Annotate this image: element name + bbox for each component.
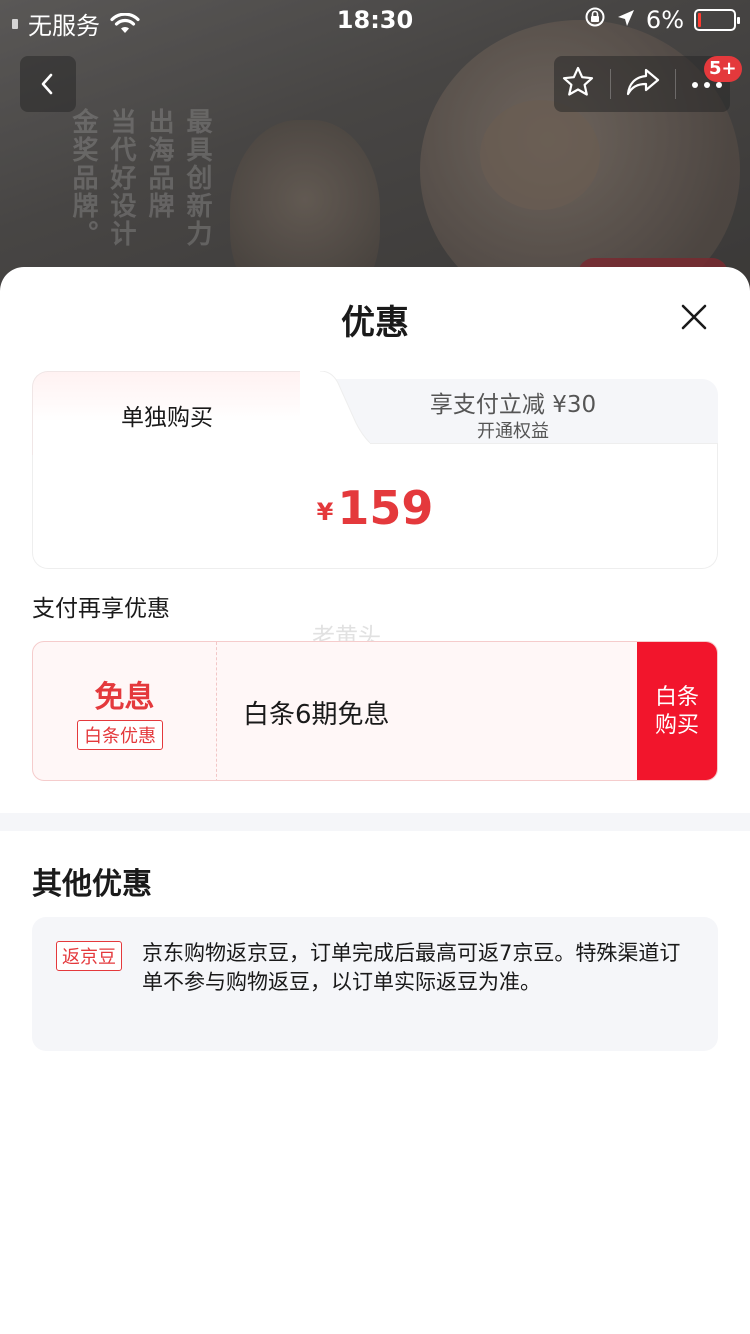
battery-percent: 6% (645, 6, 684, 34)
tab-single-buy[interactable]: 单独购买 (32, 371, 332, 455)
location-icon (616, 6, 636, 34)
jingdou-tag: 返京豆 (56, 941, 122, 971)
tab-single-buy-label: 单独购买 (121, 405, 213, 431)
favorite-button[interactable] (561, 65, 595, 103)
installment-tag: 白条优惠 (77, 720, 163, 750)
installment-description: 白条6期免息 (243, 700, 390, 730)
purchase-tabs: 享支付立减 ¥30 开通权益 ¥159 单独购买 (32, 371, 718, 569)
status-bar: 无服务 18:30 6% (0, 0, 750, 40)
other-discounts-title: 其他优惠 (32, 867, 152, 902)
back-button[interactable] (20, 56, 76, 112)
installment-headline: 免息 (94, 680, 155, 715)
star-icon (563, 66, 594, 96)
chevron-left-icon (41, 73, 53, 95)
orientation-lock-icon (584, 6, 606, 34)
baitiao-buy-button[interactable]: 白条购买 (637, 642, 717, 780)
price-value: 159 (337, 481, 434, 535)
section-divider (0, 813, 750, 831)
share-button[interactable] (625, 66, 661, 102)
sheet-title: 优惠 (341, 303, 409, 343)
price-panel: ¥159 (32, 443, 718, 569)
share-icon (626, 68, 660, 96)
close-icon (681, 304, 707, 330)
jingdou-description: 京东购物返京豆，订单完成后最高可返7京豆。特殊渠道订单不参与购物返豆，以订单实际… (142, 941, 681, 994)
tab-slant (300, 371, 370, 455)
discount-sheet: 优惠 享支付立减 ¥30 开通权益 ¥159 单独购买 支付再享优惠 老黄头 免… (0, 267, 750, 1334)
installment-offer: 免息 白条优惠 白条6期免息 白条购买 (32, 641, 718, 781)
cart-badge: 5+ (704, 56, 742, 82)
pay-discount-title: 支付再享优惠 (32, 596, 170, 622)
close-button[interactable] (674, 297, 714, 337)
price: ¥159 (33, 481, 717, 535)
jingdou-offer: 返京豆 京东购物返京豆，订单完成后最高可返7京豆。特殊渠道订单不参与购物返豆，以… (32, 917, 718, 1051)
battery-icon (694, 9, 740, 31)
price-symbol: ¥ (316, 498, 334, 526)
app-screen: 最具创新力 出海品牌 当代好设计 金奖品牌。 无服务 18:30 6% 5+ 优… (0, 0, 750, 1334)
dim-overlay[interactable] (0, 0, 750, 300)
